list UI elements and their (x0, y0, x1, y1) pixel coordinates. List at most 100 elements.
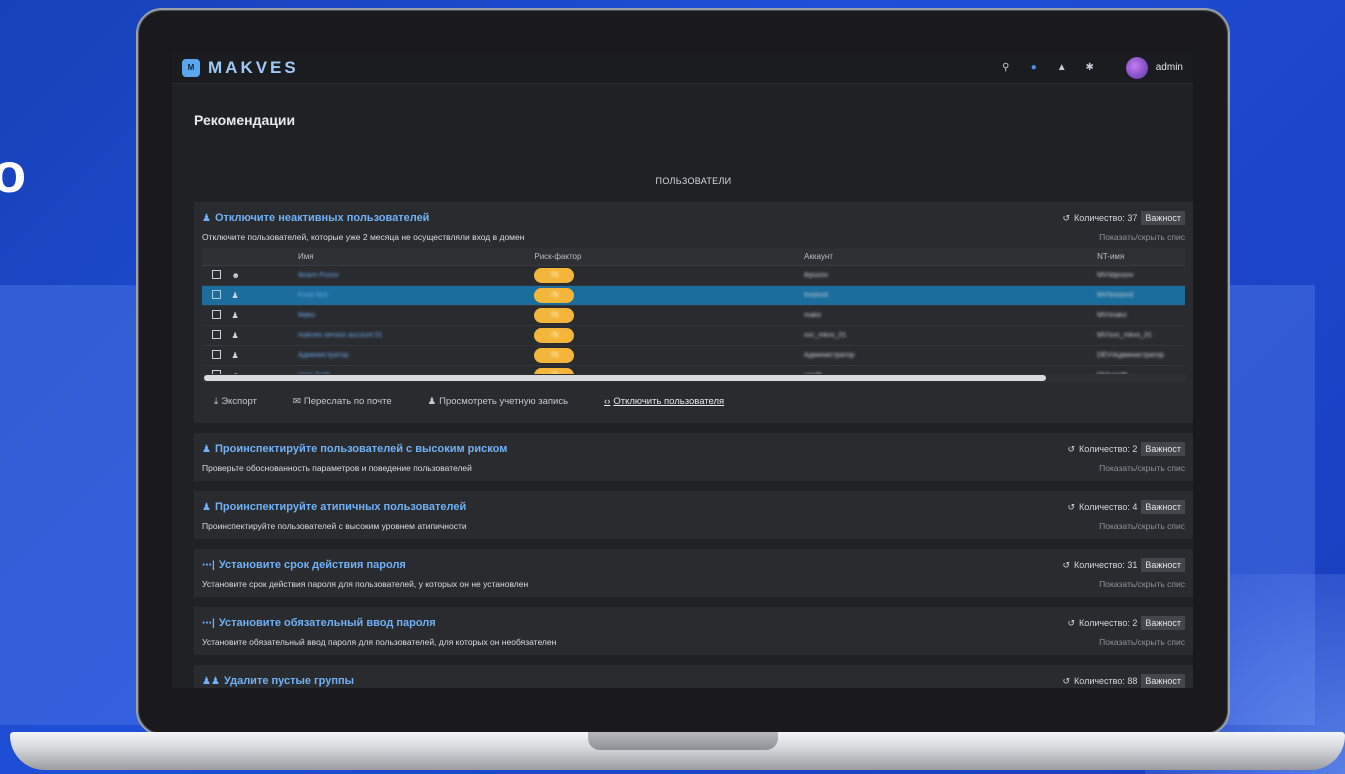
user-name-link[interactable]: Ibraim Pusov (298, 272, 339, 279)
table-actions: ⤓ Экспорт ✉ Переслать по почте ♟ Просмотрет… (202, 382, 1185, 415)
card-title[interactable]: ♟ Проинспектируйте пользователей с высоки… (202, 443, 507, 455)
column-header-account[interactable]: Аккаунт (804, 252, 1097, 261)
user-icon: ♟ (231, 331, 239, 340)
nt-name-cell: MV\frostnrd (1097, 292, 1134, 299)
disable-user-button[interactable]: ‹› Отключить пользователя (604, 396, 724, 407)
horizontal-scrollbar[interactable] (202, 374, 1185, 382)
recommendation-card: ⋯| Установите обязательный ввод пароля ↺ Ко… (194, 607, 1193, 655)
table-row[interactable]: ☻ Ibraim Pusov 75 ibpusov MV\ibpusov (202, 266, 1185, 286)
user-icon: ♟ (231, 291, 239, 300)
toggle-list-link[interactable]: Показать/скрыть спис (1099, 463, 1185, 473)
row-checkbox[interactable] (212, 330, 221, 339)
risk-badge: 75 (534, 328, 575, 343)
toggle-list-link[interactable]: Показать/скрыть спис (1099, 521, 1185, 531)
user-name-link[interactable]: Администратор (298, 352, 349, 359)
nt-name-cell: MV\svc_mkvs_01 (1097, 332, 1152, 339)
toggle-list-link[interactable]: Показать/скрыть спис (1099, 637, 1185, 647)
bell-icon[interactable]: ● (1028, 62, 1040, 73)
importance-badge: Важност (1141, 500, 1185, 514)
users-table: Имя Риск-фактор Аккаунт NT-имя ☻ Ibraim P… (202, 248, 1185, 382)
card-count: Количество: 37 (1074, 213, 1138, 223)
group-icon: ♟♟ (202, 675, 220, 687)
account-cell: Администратор (804, 352, 855, 359)
user-name-link[interactable]: Frost Nrd (298, 292, 327, 299)
table-row[interactable]: ♟ Mako 75 mako MV\mako (202, 306, 1185, 326)
top-bar: M MAKVES ⚲ ● ▲ ✱ admin (172, 52, 1193, 84)
risk-badge: 75 (534, 288, 575, 303)
background-letter-o: o (0, 141, 27, 204)
card-meta: ↺ Количество: 37 Важност (1062, 211, 1185, 225)
refresh-icon[interactable]: ↺ (1067, 502, 1075, 513)
recommendation-card: ♟ Отключите неактивных пользователей ↺ К… (194, 202, 1193, 423)
card-description: Проверьте обоснованность параметров и по… (202, 463, 472, 473)
recommendation-card: ♟ Проинспектируйте пользователей с высоки… (194, 433, 1193, 481)
view-account-button[interactable]: ♟ Просмотреть учетную запись (428, 396, 568, 407)
card-count: Количество: 2 (1079, 618, 1138, 628)
user-name-link[interactable]: Mako (298, 312, 315, 319)
page-content: Рекомендации ПОЛЬЗОВАТЕЛИ ♟ Отключите не… (172, 84, 1193, 688)
password-icon: ⋯| (202, 617, 215, 629)
card-title-text: Проинспектируйте пользователей с высоким… (214, 443, 508, 455)
bell-off-icon[interactable]: ▲ (1056, 62, 1068, 73)
card-meta: ↺ Количество: 31 Важност (1062, 558, 1185, 572)
account-cell: ibpusov (804, 272, 829, 279)
card-count: Количество: 88 (1074, 676, 1138, 686)
search-icon[interactable]: ⚲ (1000, 62, 1012, 73)
card-title[interactable]: ♟♟ Удалите пустые группы (202, 675, 354, 687)
table-header: Имя Риск-фактор Аккаунт NT-имя (202, 248, 1185, 266)
column-header-risk[interactable]: Риск-фактор (534, 252, 804, 261)
user-name-link[interactable]: makves service account 01 (298, 332, 382, 339)
nt-name-cell: DEV\Администратор (1097, 352, 1164, 359)
export-button[interactable]: ⤓ Экспорт (214, 396, 257, 407)
importance-badge: Важност (1141, 674, 1185, 688)
toggle-list-link[interactable]: Показать/скрыть спис (1099, 232, 1185, 242)
refresh-icon[interactable]: ↺ (1067, 618, 1075, 629)
importance-badge: Важност (1141, 211, 1185, 225)
card-title-text: Удалите пустые группы (223, 675, 355, 687)
recommendation-card: ♟ Проинспектируйте атипичных пользователе… (194, 491, 1193, 539)
risk-badge: 75 (534, 308, 575, 323)
card-count: Количество: 31 (1074, 560, 1138, 570)
card-title[interactable]: ⋯| Установите срок действия пароля (202, 559, 406, 571)
user-photo-icon: ☻ (231, 271, 240, 280)
avatar[interactable] (1125, 56, 1148, 79)
table-row[interactable]: ♟ Frost Nrd 75 frostnrd MV\frostnrd (202, 286, 1185, 306)
toggle-list-link[interactable]: Показать/скрыть спис (1099, 579, 1185, 589)
scrollbar-thumb[interactable] (204, 375, 1046, 381)
card-title[interactable]: ⋯| Установите обязательный ввод пароля (202, 617, 436, 629)
refresh-icon[interactable]: ↺ (1067, 444, 1075, 455)
card-title-text: Установите срок действия пароля (218, 559, 406, 571)
risk-badge: 75 (534, 268, 575, 283)
row-checkbox[interactable] (212, 350, 221, 359)
row-checkbox[interactable] (212, 310, 221, 319)
column-header-name[interactable]: Имя (298, 252, 534, 261)
card-meta: ↺ Количество: 2 Важност (1067, 442, 1185, 456)
refresh-icon[interactable]: ↺ (1062, 560, 1070, 571)
card-title-text: Установите обязательный ввод пароля (218, 617, 436, 629)
nt-name-cell: MV\mako (1097, 312, 1127, 319)
table-row[interactable]: ♟ Администратор 75 Администратор DEV\Админис… (202, 346, 1185, 366)
row-checkbox[interactable] (212, 290, 221, 299)
refresh-icon[interactable]: ↺ (1062, 213, 1070, 224)
card-description: Проинспектируйте пользователей с высоким… (202, 521, 467, 531)
user-name[interactable]: admin (1156, 62, 1183, 73)
email-button[interactable]: ✉ Переслать по почте (293, 396, 392, 407)
laptop-notch (588, 732, 778, 750)
card-title[interactable]: ♟ Проинспектируйте атипичных пользователе… (202, 501, 466, 513)
card-meta: ↺ Количество: 88 Важност (1062, 674, 1185, 688)
row-checkbox[interactable] (212, 270, 221, 279)
user-icon: ♟ (427, 396, 437, 407)
account-cell: mako (804, 312, 822, 319)
card-title[interactable]: ♟ Отключите неактивных пользователей (202, 212, 429, 224)
top-bar-actions: ⚲ ● ▲ ✱ admin (1000, 56, 1183, 79)
password-icon: ⋯| (202, 559, 215, 571)
refresh-icon[interactable]: ↺ (1062, 676, 1070, 687)
user-alert-icon: ♟ (202, 501, 211, 513)
logo-text[interactable]: MAKVES (208, 58, 299, 78)
logo-icon[interactable]: M (182, 58, 200, 77)
section-header: ПОЛЬЗОВАТЕЛИ (655, 176, 732, 186)
column-header-nt-name[interactable]: NT-имя (1097, 252, 1185, 261)
table-row[interactable]: ♟ makves service account 01 75 svc_mkvs_01 M… (202, 326, 1185, 346)
user-alert-icon: ♟ (202, 443, 211, 455)
alarm-icon[interactable]: ✱ (1084, 62, 1096, 73)
